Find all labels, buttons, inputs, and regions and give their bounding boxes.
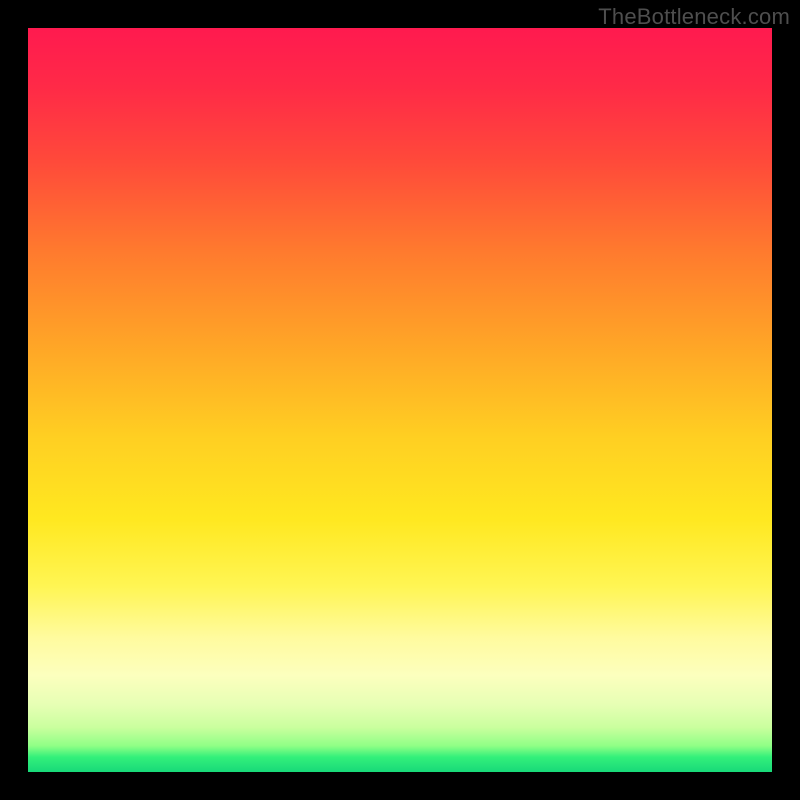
- plot-area: [28, 28, 772, 772]
- background-gradient: [28, 28, 772, 772]
- watermark-text: TheBottleneck.com: [598, 4, 790, 30]
- chart-frame: TheBottleneck.com: [0, 0, 800, 800]
